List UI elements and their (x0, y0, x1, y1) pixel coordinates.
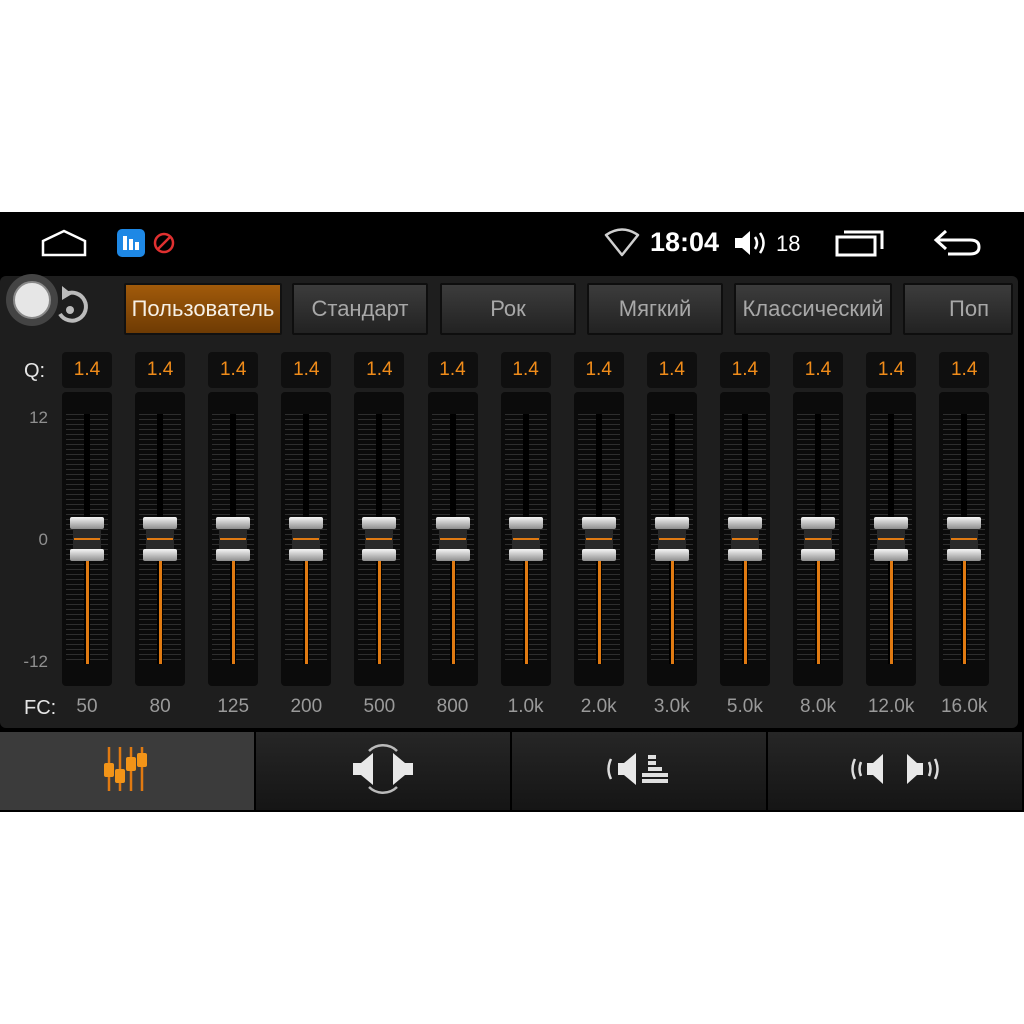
back-icon[interactable] (932, 228, 984, 263)
clock: 18:04 (650, 227, 720, 257)
q-value-band-10[interactable]: 1.4 (793, 352, 843, 388)
q-value-band-4[interactable]: 1.4 (354, 352, 405, 388)
fc-value-band-10: 8.0k (800, 696, 836, 717)
band-slider-12[interactable] (939, 392, 990, 686)
app-notification-icon (116, 228, 146, 263)
home-icon[interactable] (40, 228, 88, 263)
q-value-band-2[interactable]: 1.4 (208, 352, 259, 388)
tab-bass[interactable] (512, 732, 766, 810)
q-value-band-11[interactable]: 1.4 (866, 352, 917, 388)
scale-zero-label: 0 (38, 530, 48, 549)
fc-value-band-8: 3.0k (653, 696, 690, 717)
preset-button-0[interactable]: Пользователь (124, 283, 282, 335)
preset-button-5[interactable]: Поп (903, 283, 1013, 335)
scale-max-label: 12 (29, 408, 48, 427)
slider-knob[interactable] (947, 517, 982, 561)
fc-value-band-12: 16.0k (940, 696, 988, 717)
band-slider-1[interactable] (135, 392, 186, 686)
equalizer-sliders-icon (101, 743, 153, 800)
recent-apps-icon[interactable] (834, 228, 886, 263)
fc-value-band-7: 2.0k (580, 696, 617, 717)
band-slider-6[interactable] (500, 392, 551, 686)
q-value-band-12[interactable]: 1.4 (939, 352, 990, 388)
band-slider-2[interactable] (208, 392, 259, 686)
slider-knob[interactable] (216, 517, 251, 561)
band-slider-0[interactable] (62, 392, 112, 686)
reset-eq-button[interactable] (2, 274, 98, 345)
volume-level: 18 (776, 231, 801, 256)
q-value-band-3[interactable]: 1.4 (281, 352, 332, 388)
fc-value-band-3: 200 (290, 696, 323, 717)
equalizer-panel: Пользователь Стандарт Рок Мягкий Классически… (0, 274, 1018, 728)
fc-value-band-4: 500 (363, 696, 396, 717)
bottom-tab-bar (0, 732, 1024, 812)
fc-value-band-2: 125 (217, 696, 250, 717)
fc-value-band-9: 5.0k (726, 696, 763, 717)
fc-value-band-11: 12.0k (867, 696, 915, 717)
slider-knob[interactable] (362, 517, 397, 561)
slider-knob[interactable] (581, 517, 616, 561)
speaker-balance-icon (351, 743, 415, 800)
slider-knob[interactable] (654, 517, 689, 561)
preset-button-1[interactable]: Стандарт (292, 283, 428, 335)
wifi-icon (604, 228, 640, 263)
no-entry-icon (152, 231, 176, 260)
slider-knob[interactable] (874, 517, 909, 561)
slider-knob[interactable] (289, 517, 324, 561)
status-bar: 18:04 18 (0, 212, 1024, 274)
slider-knob[interactable] (508, 517, 543, 561)
tab-surround[interactable] (768, 732, 1022, 810)
q-value-band-0[interactable]: 1.4 (62, 352, 112, 388)
fc-value-band-1: 80 (149, 696, 171, 717)
q-label: Q: (24, 360, 46, 382)
preset-button-2[interactable]: Рок (440, 283, 576, 335)
q-value-band-7[interactable]: 1.4 (573, 352, 624, 388)
band-slider-5[interactable] (427, 392, 478, 686)
slider-knob[interactable] (801, 517, 835, 561)
surround-sound-icon (847, 743, 943, 800)
bass-boost-icon (606, 743, 672, 800)
volume-icon (732, 228, 772, 263)
equalizer-screen: 18:04 18 Пользователь Стандарт Рок Мягкий Кл… (0, 212, 1024, 812)
q-value-band-9[interactable]: 1.4 (719, 352, 770, 388)
band-slider-9[interactable] (719, 392, 770, 686)
band-slider-10[interactable] (793, 392, 843, 686)
band-slider-4[interactable] (354, 392, 405, 686)
slider-knob[interactable] (727, 517, 762, 561)
q-value-band-8[interactable]: 1.4 (646, 352, 697, 388)
fc-value-band-5: 800 (436, 696, 469, 717)
slider-knob[interactable] (70, 517, 104, 561)
fc-value-band-0: 50 (76, 696, 98, 717)
band-slider-3[interactable] (281, 392, 332, 686)
tab-balance[interactable] (256, 732, 510, 810)
band-slider-8[interactable] (646, 392, 697, 686)
slider-knob[interactable] (435, 517, 470, 561)
q-value-band-5[interactable]: 1.4 (427, 352, 478, 388)
tab-equalizer[interactable] (0, 732, 254, 810)
band-slider-11[interactable] (866, 392, 917, 686)
scale-min-label: -12 (23, 652, 48, 671)
fc-value-band-6: 1.0k (507, 696, 544, 717)
q-value-band-1[interactable]: 1.4 (135, 352, 186, 388)
band-slider-7[interactable] (573, 392, 624, 686)
preset-button-3[interactable]: Мягкий (587, 283, 723, 335)
slider-knob[interactable] (143, 517, 178, 561)
q-value-band-6[interactable]: 1.4 (500, 352, 551, 388)
preset-button-4[interactable]: Классический (734, 283, 892, 335)
